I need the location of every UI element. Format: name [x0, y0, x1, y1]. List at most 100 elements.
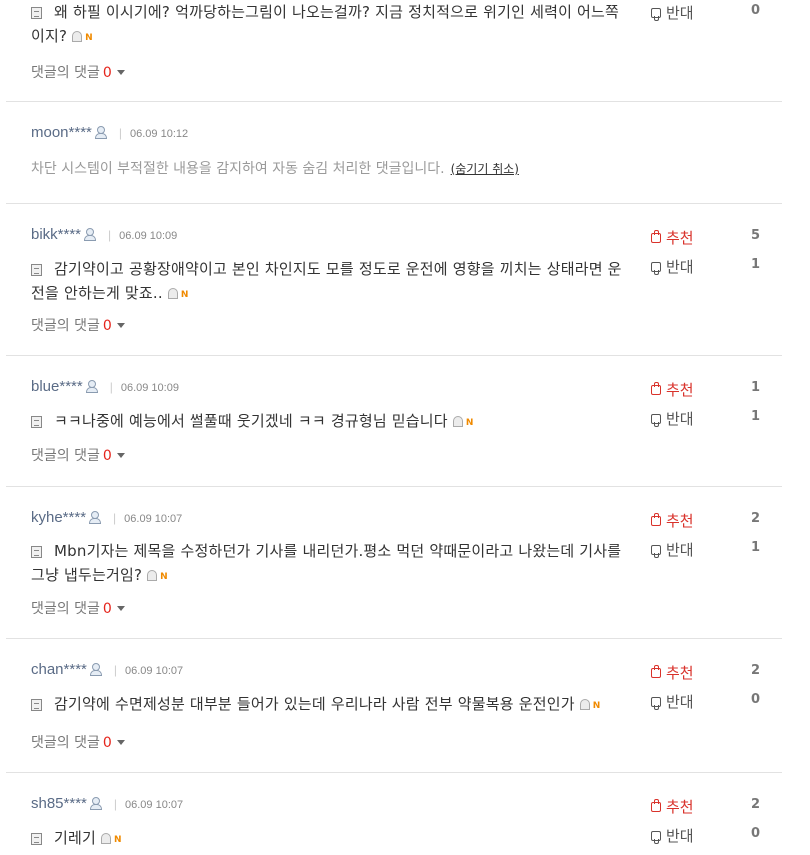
thumbs-down-icon	[651, 545, 661, 558]
reply-label: 댓글의 댓글	[31, 601, 100, 617]
user-profile-icon	[89, 797, 102, 810]
caret-down-icon	[116, 323, 125, 328]
thumbs-down-icon	[651, 8, 661, 21]
reply-label: 댓글의 댓글	[31, 65, 100, 81]
recommend-count: 2	[750, 511, 760, 526]
recommend-label: 추천	[666, 229, 694, 247]
document-icon	[31, 699, 42, 711]
divider: |	[113, 797, 118, 811]
comment-date: 06.09 10:09	[119, 230, 178, 242]
user-id[interactable]: moon****	[31, 124, 92, 141]
comment-item: bikk**** | 06.09 10:09 추천 5 반대 1 감기약이고 공황장…	[6, 204, 782, 356]
oppose-count: 0	[750, 826, 760, 841]
reply-label: 댓글의 댓글	[31, 735, 100, 751]
recommend-count: 2	[750, 797, 760, 812]
reply-toggle[interactable]: 댓글의 댓글 0	[31, 598, 125, 618]
comment-date: 06.09 10:12	[130, 128, 189, 140]
divider: |	[118, 126, 122, 140]
user-id[interactable]: chan****	[31, 661, 87, 678]
caret-down-icon	[116, 740, 125, 745]
comment-item: sh85**** | 06.09 10:07 추천 2 반대 0 기레기 N	[6, 773, 782, 855]
reply-toggle[interactable]: 댓글의 댓글 0	[31, 315, 125, 335]
document-icon	[31, 416, 42, 428]
grave-icon	[72, 31, 83, 42]
user-id[interactable]: bikk****	[31, 226, 81, 243]
new-badge: N	[592, 701, 601, 711]
recommend-button[interactable]: 추천	[651, 510, 694, 531]
new-badge: N	[114, 835, 122, 845]
comment-item: blue**** | 06.09 10:09 추천 1 반대 1 ㅋㅋ나중에 예능에…	[6, 356, 782, 487]
reply-toggle[interactable]: 댓글의 댓글 0	[31, 732, 125, 752]
comment-date: 06.09 10:07	[125, 665, 184, 677]
caret-down-icon	[116, 70, 125, 75]
reply-toggle[interactable]: 댓글의 댓글 0	[31, 62, 125, 82]
document-icon	[31, 833, 42, 845]
comment-date: 06.09 10:09	[120, 382, 179, 394]
oppose-label: 반대	[666, 693, 694, 711]
grave-icon	[167, 288, 178, 299]
reply-count: 0	[102, 448, 112, 464]
oppose-button[interactable]: 반대	[651, 825, 694, 846]
recommend-label: 추천	[666, 512, 694, 530]
comment-body: 기레기 N	[31, 826, 631, 852]
comment-body: 감기약에 수면제성분 대부분 들어가 있는데 우리나라 사람 전부 약물복용 운…	[31, 692, 631, 718]
recommend-button[interactable]: 추천	[651, 227, 694, 248]
thumbs-down-icon	[651, 697, 661, 710]
oppose-label: 반대	[666, 827, 694, 845]
reply-count: 0	[102, 735, 112, 751]
divider: |	[108, 228, 112, 242]
oppose-count: 0	[750, 3, 760, 18]
thumbs-down-icon	[651, 831, 661, 844]
thumbs-up-icon	[651, 382, 661, 395]
new-badge: N	[180, 290, 189, 300]
comment-text: 기레기	[54, 829, 97, 847]
comment-text: 감기약이고 공황장애약이고 본인 차인지도 모를 정도로 운전에 영향을 끼치는…	[31, 260, 622, 302]
user-profile-icon	[85, 380, 98, 393]
comment-item: 왜 하필 이시기에? 억까당하는그림이 나오는걸까? 지금 정치적으로 위기인 …	[6, 0, 782, 102]
grave-icon	[147, 570, 158, 581]
recommend-button[interactable]: 추천	[651, 379, 694, 400]
user-id[interactable]: sh85****	[31, 795, 87, 812]
comment-date: 06.09 10:07	[124, 513, 183, 525]
oppose-button[interactable]: 반대	[651, 691, 694, 712]
oppose-count: 1	[750, 409, 760, 424]
reply-toggle[interactable]: 댓글의 댓글 0	[31, 445, 125, 465]
document-icon	[31, 7, 42, 19]
comment-body: 왜 하필 이시기에? 억까당하는그림이 나오는걸까? 지금 정치적으로 위기인 …	[31, 0, 631, 50]
comment-body: Mbn기자는 제목을 수정하던가 기사를 내리던가.평소 먹던 약때문이라고 나…	[31, 539, 631, 589]
user-profile-icon	[89, 511, 102, 524]
oppose-button[interactable]: 반대	[651, 408, 694, 429]
oppose-button[interactable]: 반대	[651, 2, 694, 23]
oppose-count: 1	[750, 257, 760, 272]
comment-item: kyhe**** | 06.09 10:07 추천 2 반대 1 Mbn기자는 제목…	[6, 487, 782, 639]
grave-icon	[452, 416, 463, 427]
blocked-notice: 차단 시스템이 부적절한 내용을 감지하여 자동 숨김 처리한 댓글입니다. (숨…	[31, 158, 519, 178]
comment-text: 감기약에 수면제성분 대부분 들어가 있는데 우리나라 사람 전부 약물복용 운…	[54, 695, 575, 713]
comment-meta: kyhe**** | 06.09 10:07	[31, 509, 182, 526]
divider: |	[113, 663, 118, 677]
user-profile-icon	[89, 663, 102, 676]
comment-body: 감기약이고 공황장애약이고 본인 차인지도 모를 정도로 운전에 영향을 끼치는…	[31, 257, 631, 307]
reply-count: 0	[102, 601, 112, 617]
document-icon	[31, 264, 42, 276]
reply-label: 댓글의 댓글	[31, 448, 100, 464]
unhide-link[interactable]: (숨기기 취소)	[451, 162, 519, 176]
oppose-button[interactable]: 반대	[651, 539, 694, 560]
comment-meta: blue**** | 06.09 10:09	[31, 378, 179, 395]
comment-text: Mbn기자는 제목을 수정하던가 기사를 내리던가.평소 먹던 약때문이라고 나…	[31, 542, 622, 584]
recommend-button[interactable]: 추천	[651, 662, 694, 683]
grave-icon	[101, 833, 112, 844]
recommend-count: 2	[750, 663, 760, 678]
comment-item: moon**** | 06.09 10:12 차단 시스템이 부적절한 내용을 감지…	[6, 102, 782, 204]
oppose-label: 반대	[666, 258, 694, 276]
reply-count: 0	[102, 318, 112, 334]
user-id[interactable]: kyhe****	[31, 509, 86, 526]
new-badge: N	[85, 33, 93, 43]
user-id[interactable]: blue****	[31, 378, 83, 395]
comment-meta: moon**** | 06.09 10:12	[31, 124, 188, 141]
comment-meta: bikk**** | 06.09 10:09	[31, 226, 177, 243]
oppose-button[interactable]: 반대	[651, 256, 694, 277]
comment-date: 06.09 10:07	[125, 799, 184, 811]
recommend-button[interactable]: 추천	[651, 796, 694, 817]
thumbs-down-icon	[651, 414, 661, 427]
